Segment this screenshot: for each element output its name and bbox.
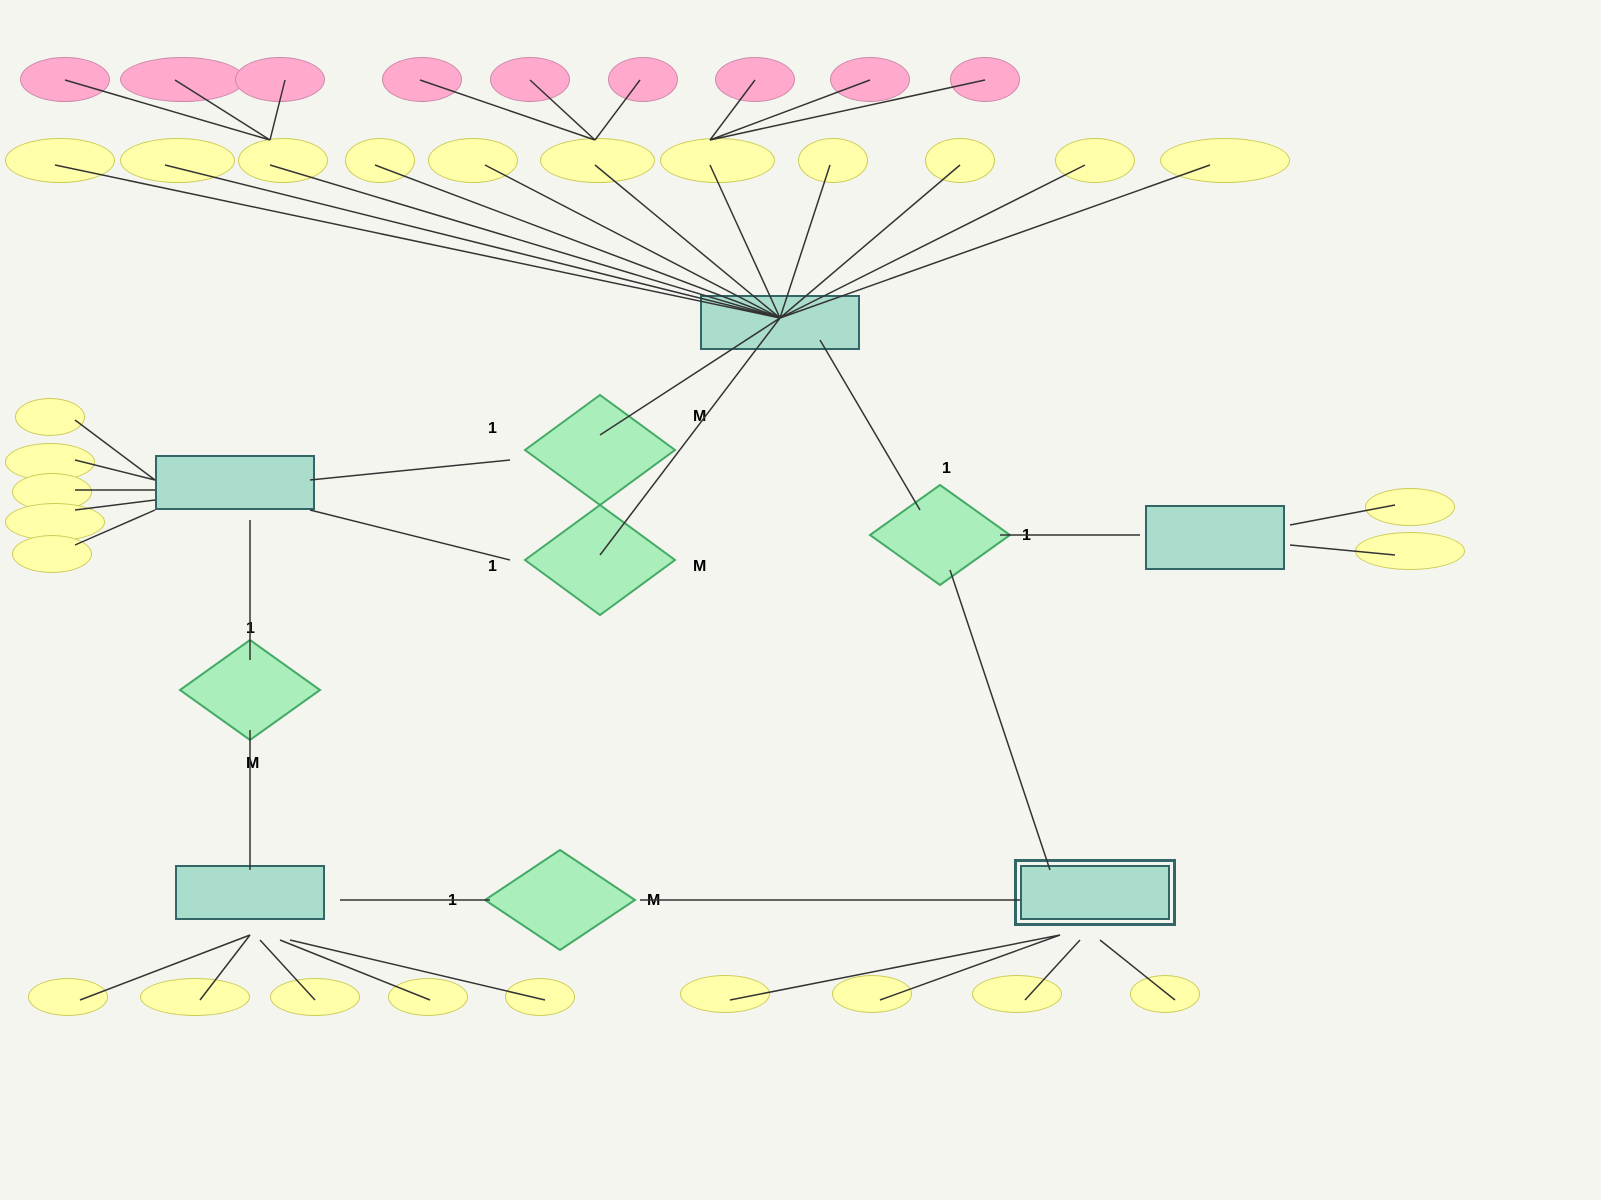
card-studentsect-1right: 1 xyxy=(1022,527,1031,545)
entity-students xyxy=(700,295,860,350)
attr-sex xyxy=(925,138,995,183)
entity-course xyxy=(175,865,325,920)
rel-course-section xyxy=(480,845,640,955)
card-major-m: M xyxy=(693,408,706,426)
attr-curr-city xyxy=(382,57,462,102)
card-coursesect-1: 1 xyxy=(448,892,457,910)
attr-perm-state xyxy=(830,57,910,102)
attr-first xyxy=(20,57,110,102)
attr-curr-phone xyxy=(5,138,115,183)
entity-grade-report xyxy=(1145,505,1285,570)
card-deptcourse-1: 1 xyxy=(246,620,255,638)
attr-college xyxy=(12,535,92,573)
attr-curr-zip xyxy=(608,57,678,102)
card-coursesect-m: M xyxy=(647,892,660,910)
attr-perm-phone xyxy=(120,138,235,183)
attr-instructor xyxy=(680,975,770,1013)
rel-minor-dept xyxy=(520,500,680,620)
attr-year xyxy=(1130,975,1200,1013)
attr-class xyxy=(1055,138,1135,183)
entity-department xyxy=(155,455,315,510)
attr-course-name xyxy=(28,978,108,1016)
rel-dept-course xyxy=(175,635,325,745)
attr-course-level xyxy=(505,978,575,1016)
attr-perm-city xyxy=(715,57,795,102)
attr-middle-initial xyxy=(120,57,245,102)
attr-course-hours xyxy=(388,978,468,1016)
attr-student-name xyxy=(238,138,328,183)
attr-dept-name xyxy=(15,398,85,436)
card-studentsect-1top: 1 xyxy=(942,460,951,478)
card-major-1: 1 xyxy=(488,420,497,438)
entity-section xyxy=(1020,865,1170,920)
attr-student-num xyxy=(428,138,518,183)
card-minor-m: M xyxy=(693,558,706,576)
attr-curr-state xyxy=(490,57,570,102)
attr-letter-grade xyxy=(1355,532,1465,570)
attr-semester xyxy=(972,975,1062,1013)
attr-perm-address xyxy=(660,138,775,183)
attr-perm-zip xyxy=(950,57,1020,102)
card-minor-1: 1 xyxy=(488,558,497,576)
card-deptcourse-m: M xyxy=(246,755,259,773)
rel-student-sect xyxy=(865,480,1015,590)
attr-curr-address xyxy=(540,138,655,183)
rel-major-dept xyxy=(520,390,680,510)
attr-course-num xyxy=(270,978,360,1016)
attr-course-desc xyxy=(140,978,250,1016)
attr-dob xyxy=(798,138,868,183)
attr-last xyxy=(235,57,325,102)
attr-degree-program xyxy=(1160,138,1290,183)
attr-num-grade xyxy=(1365,488,1455,526)
attr-sect-num xyxy=(832,975,912,1013)
attr-ssn xyxy=(345,138,415,183)
